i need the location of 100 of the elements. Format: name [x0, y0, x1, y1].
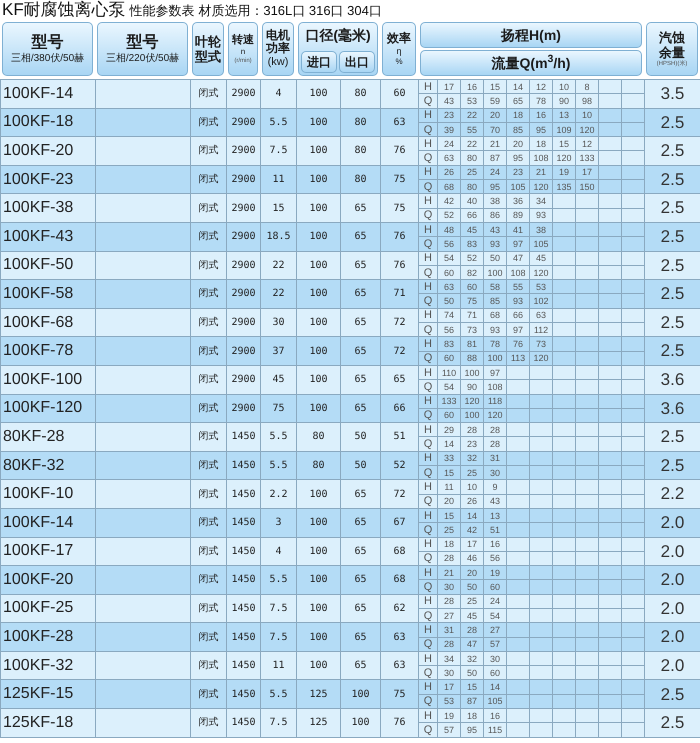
- table-cell: 22: [260, 251, 296, 280]
- table-cell: 60: [380, 80, 418, 108]
- table-cell: 100: [296, 194, 340, 222]
- table-cell: [622, 80, 644, 94]
- table-cell: 125: [296, 680, 340, 709]
- table-cell: 2900: [226, 136, 260, 166]
- table-cell: 65: [380, 365, 418, 394]
- table-cell: 76: [380, 136, 418, 166]
- table-cell: 80: [340, 108, 380, 137]
- table-cell: 75: [380, 194, 418, 222]
- table-cell: 2900: [226, 394, 260, 423]
- table-cell: 51: [380, 422, 418, 452]
- table-cell: 2900: [226, 222, 260, 252]
- table-cell: 2900: [226, 251, 260, 280]
- header-label: η: [396, 46, 402, 57]
- table-cell: 80KF-32: [0, 451, 96, 480]
- table-cell: 63: [380, 622, 418, 652]
- table-cell: 闭式: [190, 394, 226, 423]
- table-cell: 1450: [226, 480, 260, 508]
- table-cell: 2.0: [644, 594, 700, 623]
- table-cell: 7.5: [260, 622, 296, 652]
- table-cell: 闭式: [190, 594, 226, 623]
- table-cell: 100: [296, 622, 340, 652]
- table-cell: 62: [380, 594, 418, 623]
- table-cell: 80: [296, 451, 340, 480]
- table-cell: 100: [296, 251, 340, 280]
- table-cell: 65: [340, 651, 380, 680]
- table-cell: 2900: [226, 308, 260, 337]
- table-cell: 2.5: [644, 308, 700, 337]
- table-cell: 100KF-58: [0, 280, 96, 308]
- table-cell: 100: [296, 336, 340, 366]
- header-cell: 流量Q(m$^{3}$/h): [420, 50, 642, 76]
- table-cell: 68: [380, 566, 418, 594]
- table-cell: 闭式: [190, 222, 226, 252]
- table-cell: 65: [340, 537, 380, 566]
- table-cell: 1450: [226, 422, 260, 452]
- table-cell: 72: [380, 480, 418, 508]
- table-cell: 100KF-14: [0, 508, 96, 537]
- table-cell: 18.5: [260, 222, 296, 252]
- table-cell: [598, 80, 622, 94]
- table-cell: 65: [340, 566, 380, 594]
- table-cell: 125KF-15: [0, 680, 96, 709]
- table-cell: 52: [380, 451, 418, 480]
- table-cell: 闭式: [190, 365, 226, 394]
- table-cell: 65: [340, 365, 380, 394]
- table-cell: 2900: [226, 336, 260, 366]
- table-cell: 闭式: [190, 422, 226, 452]
- table-cell: 100: [296, 537, 340, 566]
- header-label: (kw): [268, 55, 288, 69]
- table-cell: 14: [506, 80, 530, 94]
- header-label: 汽蚀余量: [658, 30, 686, 60]
- header-cell: 叶轮型式: [192, 22, 224, 76]
- table-cell: 65: [340, 336, 380, 366]
- table-cell: 1450: [226, 680, 260, 709]
- table-cell: 100: [296, 108, 340, 137]
- table-cell: 3.6: [644, 365, 700, 394]
- table-cell: 100KF-100: [0, 365, 96, 394]
- table-cell: 闭式: [190, 708, 226, 738]
- table-cell: 75: [380, 165, 418, 194]
- table-cell: 50: [340, 422, 380, 452]
- table-cell: 63: [380, 108, 418, 137]
- table-cell: 闭式: [190, 108, 226, 137]
- table-cell: 100KF-43: [0, 222, 96, 252]
- table-cell: 闭式: [190, 165, 226, 194]
- table-cell: 72: [380, 308, 418, 337]
- table-cell: 1450: [226, 594, 260, 623]
- table-cell: 闭式: [190, 194, 226, 222]
- table-cell: 闭式: [190, 651, 226, 680]
- table-cell: 3.6: [644, 394, 700, 423]
- header-label: %: [395, 57, 403, 67]
- table-cell: 11: [260, 165, 296, 194]
- table-cell: 11: [260, 651, 296, 680]
- table-cell: 闭式: [190, 480, 226, 508]
- table-cell: 65: [340, 394, 380, 423]
- table-cell: 闭式: [190, 336, 226, 366]
- table-cell: 100: [296, 80, 340, 108]
- table-cell: 75: [260, 394, 296, 423]
- table-cell: 2.5: [644, 222, 700, 252]
- table-cell: 闭式: [190, 308, 226, 337]
- table-cell: 2900: [226, 165, 260, 194]
- table-cell: 100: [296, 222, 340, 252]
- table-cell: 1450: [226, 451, 260, 480]
- table-cell: 100KF-14: [0, 80, 96, 108]
- table-cell: 闭式: [190, 136, 226, 166]
- table-cell: 2.0: [644, 566, 700, 594]
- header-label: 口径(毫米): [305, 26, 371, 45]
- table-cell: 2.5: [644, 251, 700, 280]
- table-cell: 2900: [226, 280, 260, 308]
- header-cell: 出口: [339, 51, 375, 73]
- header-label: 三相/380伏/50赫: [10, 53, 84, 65]
- table-cell: 7.5: [260, 708, 296, 738]
- table-cell: 37: [260, 336, 296, 366]
- table-cell: 75: [380, 680, 418, 709]
- table-cell: 2.2: [644, 480, 700, 508]
- table-cell: 80: [296, 422, 340, 452]
- page-title: KF耐腐蚀离心泵: [2, 0, 126, 20]
- table-cell: 65: [340, 194, 380, 222]
- table-cell: 67: [380, 508, 418, 537]
- table-cell: 4: [260, 80, 296, 108]
- table-cell: 2.5: [644, 136, 700, 166]
